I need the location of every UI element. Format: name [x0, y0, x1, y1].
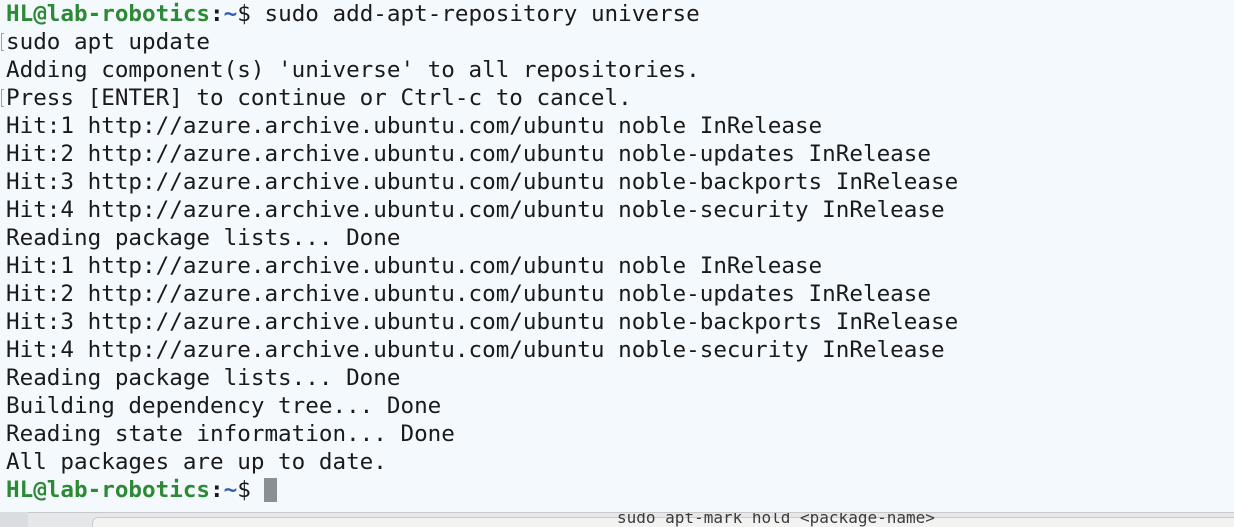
entered-command: sudo add-apt-repository universe	[264, 1, 700, 27]
command-prompt-line: HL@lab-robotics:~$ sudo add-apt-reposito…	[0, 0, 958, 28]
output-line-text: Reading state information... Done	[6, 421, 455, 447]
output-line: Building dependency tree... Done	[0, 392, 958, 420]
output-line-text: Building dependency tree... Done	[6, 393, 442, 419]
output-line: Reading package lists... Done	[0, 224, 958, 252]
terminal-window[interactable]: HL@lab-robotics:~$ sudo add-apt-reposito…	[0, 0, 1234, 512]
output-line: Hit:4 http://azure.archive.ubuntu.com/ub…	[0, 196, 958, 224]
output-line: Hit:3 http://azure.archive.ubuntu.com/ub…	[0, 168, 958, 196]
prompt-user-host: HL@lab-robotics	[6, 1, 211, 27]
line-continuation-marker	[1, 33, 4, 51]
output-line-text: Hit:1 http://azure.archive.ubuntu.com/ub…	[6, 113, 823, 139]
text-cursor[interactable]	[264, 478, 278, 502]
output-line-text: Hit:1 http://azure.archive.ubuntu.com/ub…	[6, 253, 823, 279]
output-line-text: Reading package lists... Done	[6, 365, 401, 391]
output-line-text: All packages are up to date.	[6, 449, 387, 475]
output-line-text: Adding component(s) 'universe' to all re…	[6, 57, 700, 83]
output-line: Hit:4 http://azure.archive.ubuntu.com/ub…	[0, 336, 958, 364]
output-line-text: Reading package lists... Done	[6, 225, 401, 251]
output-line-text: sudo apt update	[6, 29, 211, 55]
prompt-symbol: $	[237, 477, 265, 503]
prompt-separator: :	[210, 477, 224, 503]
background-window-text: sudo apt-mark hold <package-name>	[617, 512, 935, 527]
output-line: Hit:2 http://azure.archive.ubuntu.com/ub…	[0, 140, 958, 168]
output-line: Hit:2 http://azure.archive.ubuntu.com/ub…	[0, 280, 958, 308]
output-line-text: Press [ENTER] to continue or Ctrl-c to c…	[6, 85, 632, 111]
output-line-text: Hit:4 http://azure.archive.ubuntu.com/ub…	[6, 197, 945, 223]
output-line: Reading state information... Done	[0, 420, 958, 448]
output-line: Adding component(s) 'universe' to all re…	[0, 56, 958, 84]
output-line: Reading package lists... Done	[0, 364, 958, 392]
active-prompt-line[interactable]: HL@lab-robotics:~$	[0, 476, 958, 504]
background-window[interactable]: sudo apt-mark hold <package-name>	[28, 512, 1234, 527]
output-line: Press [ENTER] to continue or Ctrl-c to c…	[0, 84, 958, 112]
prompt-path: ~	[223, 477, 238, 503]
line-continuation-marker	[1, 89, 4, 107]
output-line: Hit:1 http://azure.archive.ubuntu.com/ub…	[0, 112, 958, 140]
prompt-separator: :	[210, 1, 224, 27]
prompt-symbol: $	[237, 1, 265, 27]
output-line: All packages are up to date.	[0, 448, 958, 476]
output-line-text: Hit:3 http://azure.archive.ubuntu.com/ub…	[6, 309, 959, 335]
output-line: Hit:3 http://azure.archive.ubuntu.com/ub…	[0, 308, 958, 336]
output-line: sudo apt update	[0, 28, 958, 56]
output-line-text: Hit:2 http://azure.archive.ubuntu.com/ub…	[6, 141, 931, 167]
prompt-path: ~	[223, 1, 238, 27]
output-line-text: Hit:3 http://azure.archive.ubuntu.com/ub…	[6, 169, 959, 195]
output-line: Hit:1 http://azure.archive.ubuntu.com/ub…	[0, 252, 958, 280]
terminal-output: HL@lab-robotics:~$ sudo add-apt-reposito…	[0, 0, 958, 504]
output-line-text: Hit:4 http://azure.archive.ubuntu.com/ub…	[6, 337, 945, 363]
prompt-user-host: HL@lab-robotics	[6, 477, 211, 503]
output-line-text: Hit:2 http://azure.archive.ubuntu.com/ub…	[6, 281, 931, 307]
